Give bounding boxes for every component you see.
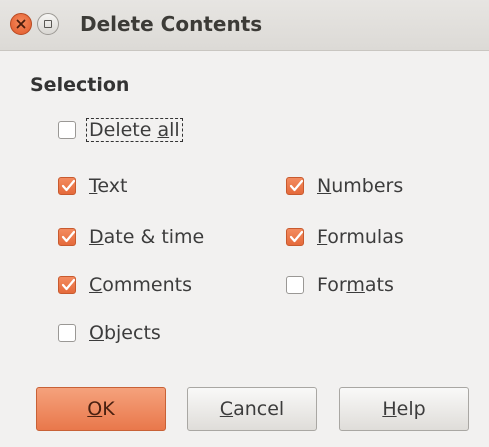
formats-checkbox-box[interactable] (286, 276, 304, 294)
objects-label: Objects (89, 322, 161, 344)
checkmark-icon (61, 179, 76, 192)
text-checkbox-box[interactable] (58, 177, 76, 195)
comments-checkbox[interactable]: Comments (58, 272, 192, 298)
maximize-icon (44, 20, 52, 28)
formats-label: Formats (317, 274, 394, 296)
title-bar: Delete Contents (0, 0, 489, 51)
formats-checkbox[interactable]: Formats (286, 272, 394, 298)
checkmark-icon (61, 278, 76, 291)
numbers-label: Numbers (317, 175, 404, 197)
window-title: Delete Contents (80, 12, 263, 36)
checkmark-icon (289, 179, 304, 192)
help-button[interactable]: Help (339, 387, 469, 431)
comments-label: Comments (89, 274, 193, 296)
maximize-button[interactable] (37, 13, 59, 35)
close-button[interactable] (10, 13, 32, 35)
formulas-checkbox-box[interactable] (286, 228, 304, 246)
comments-checkbox-box[interactable] (58, 276, 76, 294)
date-time-checkbox-box[interactable] (58, 228, 76, 246)
selection-section-label: Selection (30, 74, 130, 96)
text-checkbox[interactable]: Text (58, 173, 127, 199)
delete-all-checkbox[interactable]: Delete all (58, 117, 183, 143)
cancel-button[interactable]: Cancel (187, 387, 317, 431)
numbers-checkbox-box[interactable] (286, 177, 304, 195)
objects-checkbox-box[interactable] (58, 324, 76, 342)
numbers-checkbox[interactable]: Numbers (286, 173, 403, 199)
ok-button[interactable]: OK (36, 387, 166, 431)
checkmark-icon (61, 230, 76, 243)
formulas-label: Formulas (317, 226, 404, 248)
delete-all-label: Delete all (86, 118, 183, 142)
delete-all-checkbox-box[interactable] (58, 121, 76, 139)
checkmark-icon (289, 230, 304, 243)
objects-checkbox[interactable]: Objects (58, 320, 161, 346)
date-time-label: Date & time (89, 226, 205, 248)
date-time-checkbox[interactable]: Date & time (58, 224, 204, 250)
close-icon (16, 19, 26, 29)
text-label: Text (89, 175, 128, 197)
formulas-checkbox[interactable]: Formulas (286, 224, 404, 250)
